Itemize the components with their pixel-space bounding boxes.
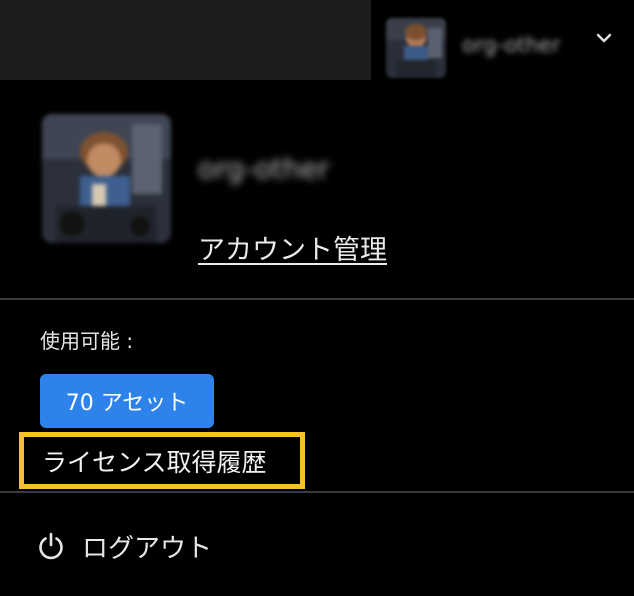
top-bar-left: [0, 0, 371, 80]
avatar-large: [42, 114, 171, 243]
org-name-large: org-other: [198, 152, 330, 185]
assets-button[interactable]: 70 アセット: [40, 374, 214, 428]
org-name-small: org-other: [462, 33, 561, 57]
power-icon: [36, 531, 66, 561]
avatar-small: [386, 18, 446, 78]
logout-label: ログアウト: [82, 533, 213, 564]
divider-top: [0, 298, 634, 300]
license-history-link[interactable]: ライセンス取得履歴: [19, 432, 305, 489]
logout-button[interactable]: ログアウト: [36, 526, 212, 566]
divider-bottom: [0, 491, 634, 493]
availability-label: 使用可能 :: [40, 329, 134, 353]
account-management-link[interactable]: アカウント管理: [198, 228, 387, 267]
chevron-down-icon[interactable]: [594, 28, 614, 48]
